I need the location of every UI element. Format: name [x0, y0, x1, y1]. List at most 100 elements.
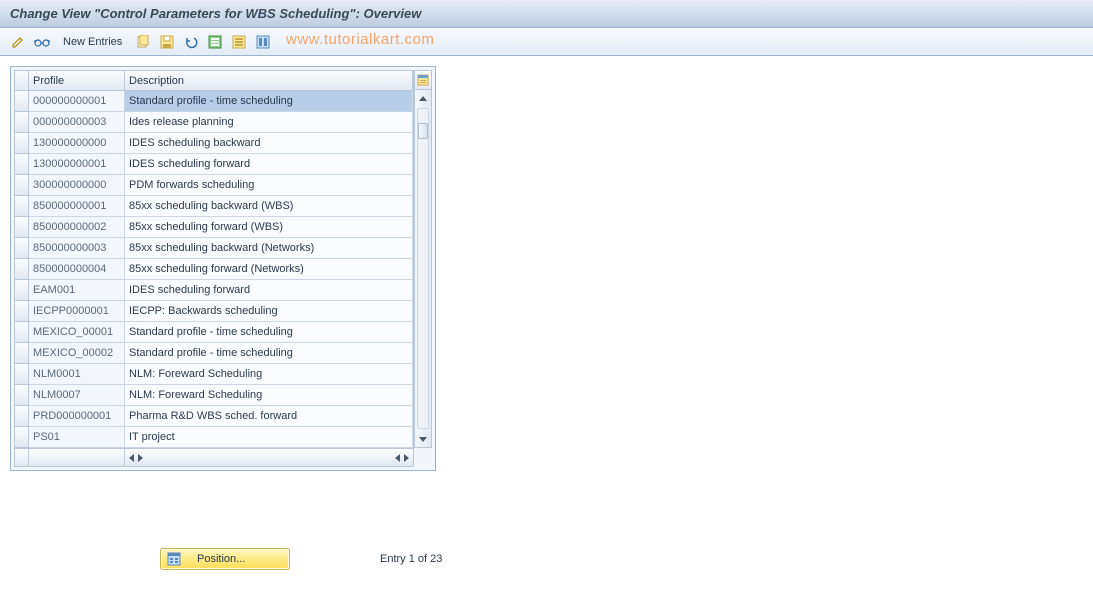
- cell-profile[interactable]: 850000000001: [29, 196, 125, 217]
- row-selector[interactable]: [15, 406, 29, 427]
- scroll-down-icon[interactable]: [415, 431, 431, 447]
- row-selector[interactable]: [15, 196, 29, 217]
- table-row[interactable]: 85000000000485xx scheduling forward (Net…: [15, 259, 413, 280]
- cell-profile[interactable]: IECPP0000001: [29, 301, 125, 322]
- table-settings-icon[interactable]: [253, 32, 273, 52]
- row-selector[interactable]: [15, 217, 29, 238]
- cell-profile[interactable]: 000000000001: [29, 91, 125, 112]
- table-row[interactable]: 85000000000185xx scheduling backward (WB…: [15, 196, 413, 217]
- cell-profile[interactable]: 850000000004: [29, 259, 125, 280]
- position-button-label: Position...: [197, 553, 245, 565]
- table-row[interactable]: PRD000000001Pharma R&D WBS sched. forwar…: [15, 406, 413, 427]
- cell-description[interactable]: IDES scheduling forward: [125, 154, 413, 175]
- select-all-icon[interactable]: [205, 32, 225, 52]
- table-row[interactable]: IECPP0000001IECPP: Backwards scheduling: [15, 301, 413, 322]
- save-icon[interactable]: [157, 32, 177, 52]
- app-toolbar: New Entries www.tutorialkart.com: [0, 28, 1093, 56]
- table-row[interactable]: 85000000000385xx scheduling backward (Ne…: [15, 238, 413, 259]
- cell-description[interactable]: NLM: Foreward Scheduling: [125, 385, 413, 406]
- position-icon: [167, 552, 181, 566]
- vertical-scrollbar[interactable]: [414, 70, 432, 448]
- cell-profile[interactable]: 300000000000: [29, 175, 125, 196]
- scroll-right-icon[interactable]: [404, 454, 409, 462]
- row-selector[interactable]: [15, 385, 29, 406]
- horizontal-scrollbar[interactable]: [15, 448, 413, 466]
- table-row[interactable]: 130000000000IDES scheduling backward: [15, 133, 413, 154]
- cell-description[interactable]: Standard profile - time scheduling: [125, 322, 413, 343]
- cell-profile[interactable]: MEXICO_00001: [29, 322, 125, 343]
- column-header-profile[interactable]: Profile: [29, 71, 125, 91]
- data-grid[interactable]: Profile Description 000000000001Standard…: [14, 70, 414, 467]
- row-selector[interactable]: [15, 322, 29, 343]
- row-selector[interactable]: [15, 301, 29, 322]
- cell-profile[interactable]: NLM0007: [29, 385, 125, 406]
- cell-profile[interactable]: MEXICO_00002: [29, 343, 125, 364]
- table-container: Profile Description 000000000001Standard…: [10, 66, 436, 471]
- table-config-icon[interactable]: [415, 71, 431, 90]
- header-selector[interactable]: [15, 71, 29, 91]
- cell-description[interactable]: IECPP: Backwards scheduling: [125, 301, 413, 322]
- row-selector[interactable]: [15, 133, 29, 154]
- table-row[interactable]: NLM0001NLM: Foreward Scheduling: [15, 364, 413, 385]
- cell-description[interactable]: Ides release planning: [125, 112, 413, 133]
- table-row[interactable]: 130000000001IDES scheduling forward: [15, 154, 413, 175]
- table-row[interactable]: MEXICO_00001Standard profile - time sche…: [15, 322, 413, 343]
- cell-description[interactable]: IDES scheduling backward: [125, 133, 413, 154]
- row-selector[interactable]: [15, 259, 29, 280]
- cell-description[interactable]: NLM: Foreward Scheduling: [125, 364, 413, 385]
- footer-bar: Position... Entry 1 of 23: [160, 548, 442, 570]
- cell-description[interactable]: Standard profile - time scheduling: [125, 343, 413, 364]
- cell-profile[interactable]: 850000000003: [29, 238, 125, 259]
- row-selector[interactable]: [15, 343, 29, 364]
- column-header-description[interactable]: Description: [125, 71, 413, 91]
- scroll-track[interactable]: [417, 108, 429, 429]
- cell-description[interactable]: 85xx scheduling backward (WBS): [125, 196, 413, 217]
- table-row[interactable]: 000000000003Ides release planning: [15, 112, 413, 133]
- cell-description[interactable]: PDM forwards scheduling: [125, 175, 413, 196]
- row-selector[interactable]: [15, 91, 29, 112]
- glasses-icon[interactable]: [32, 32, 52, 52]
- copy-icon[interactable]: [133, 32, 153, 52]
- cell-profile[interactable]: EAM001: [29, 280, 125, 301]
- row-selector[interactable]: [15, 364, 29, 385]
- cell-profile[interactable]: 850000000002: [29, 217, 125, 238]
- table-row[interactable]: 300000000000PDM forwards scheduling: [15, 175, 413, 196]
- table-row[interactable]: 85000000000285xx scheduling forward (WBS…: [15, 217, 413, 238]
- watermark-text: www.tutorialkart.com: [286, 31, 434, 48]
- scroll-right-near-icon[interactable]: [138, 454, 143, 462]
- cell-profile[interactable]: 130000000000: [29, 133, 125, 154]
- cell-description[interactable]: 85xx scheduling backward (Networks): [125, 238, 413, 259]
- cell-description[interactable]: 85xx scheduling forward (Networks): [125, 259, 413, 280]
- row-selector[interactable]: [15, 112, 29, 133]
- undo-icon[interactable]: [181, 32, 201, 52]
- row-selector[interactable]: [15, 238, 29, 259]
- scroll-left-icon[interactable]: [129, 454, 134, 462]
- cell-description[interactable]: IDES scheduling forward: [125, 280, 413, 301]
- table-row[interactable]: PS01IT project: [15, 427, 413, 448]
- cell-profile[interactable]: NLM0001: [29, 364, 125, 385]
- toggle-display-change-icon[interactable]: [8, 32, 28, 52]
- cell-description[interactable]: IT project: [125, 427, 413, 448]
- new-entries-button[interactable]: New Entries: [56, 33, 129, 51]
- page-title: Change View "Control Parameters for WBS …: [10, 6, 421, 21]
- cell-profile[interactable]: PS01: [29, 427, 125, 448]
- cell-description[interactable]: Pharma R&D WBS sched. forward: [125, 406, 413, 427]
- row-selector[interactable]: [15, 154, 29, 175]
- table-row[interactable]: EAM001IDES scheduling forward: [15, 280, 413, 301]
- scroll-thumb[interactable]: [418, 123, 428, 139]
- table-row[interactable]: MEXICO_00002Standard profile - time sche…: [15, 343, 413, 364]
- deselect-all-icon[interactable]: [229, 32, 249, 52]
- table-row[interactable]: 000000000001Standard profile - time sche…: [15, 91, 413, 112]
- position-button[interactable]: Position...: [160, 548, 290, 570]
- cell-profile[interactable]: 130000000001: [29, 154, 125, 175]
- row-selector[interactable]: [15, 175, 29, 196]
- cell-profile[interactable]: PRD000000001: [29, 406, 125, 427]
- cell-description[interactable]: Standard profile - time scheduling: [125, 91, 413, 112]
- row-selector[interactable]: [15, 280, 29, 301]
- cell-description[interactable]: 85xx scheduling forward (WBS): [125, 217, 413, 238]
- row-selector[interactable]: [15, 427, 29, 448]
- scroll-up-icon[interactable]: [415, 90, 431, 106]
- table-row[interactable]: NLM0007NLM: Foreward Scheduling: [15, 385, 413, 406]
- scroll-left-far-icon[interactable]: [395, 454, 400, 462]
- cell-profile[interactable]: 000000000003: [29, 112, 125, 133]
